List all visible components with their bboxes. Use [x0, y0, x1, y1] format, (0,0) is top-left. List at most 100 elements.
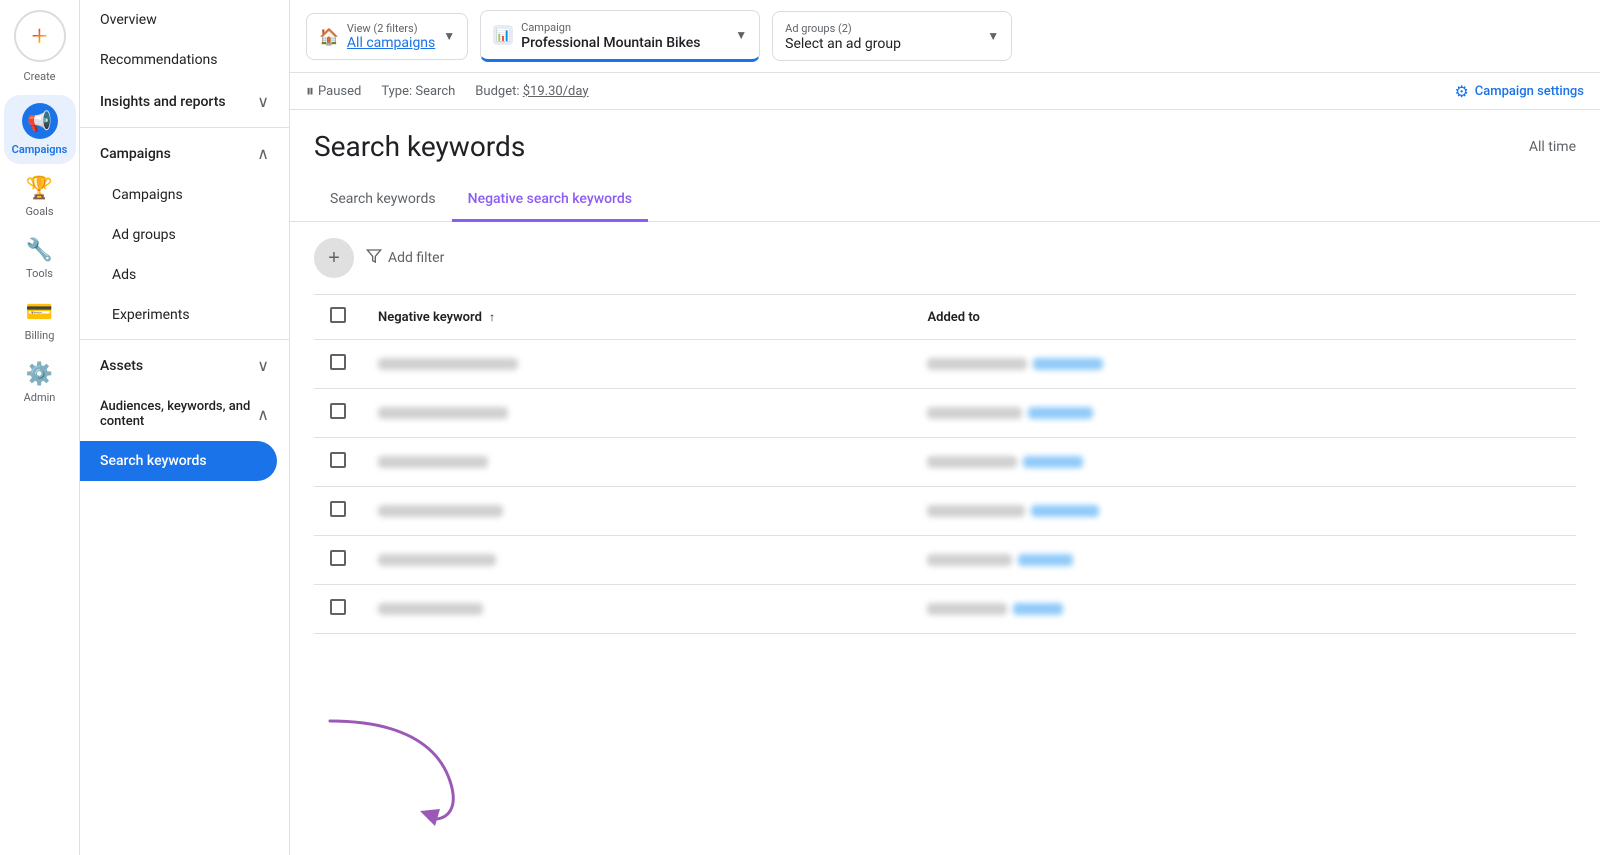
- tab-negative-keywords[interactable]: Negative search keywords: [452, 179, 648, 222]
- added-tag: [1023, 456, 1083, 468]
- added-tag: [1018, 554, 1073, 566]
- content-area: Search keywords All time Search keywords…: [290, 110, 1600, 855]
- page-title: Search keywords: [314, 130, 525, 163]
- row-checkbox[interactable]: [330, 452, 346, 468]
- chevron-up-icon-2: ∧: [257, 405, 269, 424]
- row-keyword-cell: [362, 585, 911, 634]
- status-badge: ⏸ Paused: [306, 81, 361, 101]
- house-icon: 🏠: [319, 27, 339, 46]
- campaign-dropdown-label: Campaign: [521, 21, 571, 34]
- row-checkbox-cell: [314, 585, 362, 634]
- sidebar-assets[interactable]: Assets ∨: [80, 344, 289, 387]
- filter-icon: [366, 248, 382, 268]
- plus-icon: +: [32, 22, 48, 50]
- row-keyword-cell: [362, 438, 911, 487]
- add-icon: +: [328, 247, 340, 270]
- table-body: [314, 340, 1576, 634]
- adgroup-dropdown[interactable]: Ad groups (2) Select an ad group ▼: [772, 11, 1012, 61]
- added-tag: [1031, 505, 1099, 517]
- admin-rail-label: Admin: [24, 391, 56, 404]
- sort-icon: ↑: [489, 310, 495, 324]
- added-tag: [1028, 407, 1093, 419]
- header-row: Negative keyword ↑ Added to: [314, 295, 1576, 340]
- table-row: [314, 536, 1576, 585]
- th-keyword[interactable]: Negative keyword ↑: [362, 295, 911, 340]
- sidebar-item-billing[interactable]: 💳 Billing: [4, 292, 76, 350]
- main-content: 🏠 View (2 filters) All campaigns ▼ 📊 Cam…: [290, 0, 1600, 855]
- filter-button[interactable]: Add filter: [366, 248, 444, 268]
- budget-label: Budget:: [475, 84, 519, 99]
- campaign-dropdown[interactable]: 📊 Campaign Professional Mountain Bikes ▼: [480, 10, 760, 62]
- add-button[interactable]: +: [314, 238, 354, 278]
- adgroup-dropdown-content: Ad groups (2) Select an ad group: [785, 20, 901, 52]
- keyword-text: [378, 456, 488, 468]
- status-text: Paused: [318, 84, 361, 99]
- campaign-chevron-icon: ▼: [735, 28, 747, 42]
- campaigns-icon: 📢: [27, 109, 52, 133]
- tab-search-keywords[interactable]: Search keywords: [314, 179, 452, 222]
- tabs-container: Search keywords Negative search keywords: [290, 179, 1600, 222]
- tools-icon: 🔧: [26, 238, 53, 263]
- goals-rail-label: Goals: [25, 205, 53, 218]
- sidebar-item-goals[interactable]: 🏆 Goals: [4, 168, 76, 226]
- added-text: [927, 505, 1025, 517]
- row-checkbox[interactable]: [330, 354, 346, 370]
- settings-label: Campaign settings: [1475, 84, 1584, 99]
- sidebar-adgroups-sub[interactable]: Ad groups: [80, 215, 289, 255]
- chevron-up-icon: ∧: [257, 144, 269, 163]
- create-button[interactable]: +: [14, 10, 66, 62]
- table-row: [314, 340, 1576, 389]
- sidebar: Overview Recommendations Insights and re…: [80, 0, 290, 855]
- sidebar-recommendations[interactable]: Recommendations: [80, 40, 289, 80]
- admin-icon: ⚙️: [26, 362, 53, 387]
- budget-value[interactable]: $19.30/day: [523, 84, 589, 99]
- view-dropdown-value: All campaigns: [347, 35, 435, 51]
- row-keyword-cell: [362, 389, 911, 438]
- row-added-cell: [911, 487, 1576, 536]
- page-header: Search keywords All time: [290, 110, 1600, 163]
- keyword-text: [378, 407, 508, 419]
- row-checkbox-cell: [314, 536, 362, 585]
- table-header: Negative keyword ↑ Added to: [314, 295, 1576, 340]
- campaign-dropdown-content: Campaign Professional Mountain Bikes: [521, 19, 700, 51]
- row-checkbox[interactable]: [330, 550, 346, 566]
- added-text: [927, 554, 1012, 566]
- sidebar-campaigns-sub[interactable]: Campaigns: [80, 175, 289, 215]
- sidebar-audiences[interactable]: Audiences, keywords, and content ∧: [80, 387, 289, 441]
- row-checkbox[interactable]: [330, 403, 346, 419]
- tools-rail-label: Tools: [26, 267, 53, 280]
- table-toolbar: + Add filter: [290, 222, 1600, 294]
- sidebar-item-tools[interactable]: 🔧 Tools: [4, 230, 76, 288]
- goals-icon: 🏆: [26, 176, 53, 201]
- sidebar-insights[interactable]: Insights and reports ∨: [80, 80, 289, 123]
- view-chevron-icon: ▼: [443, 29, 455, 43]
- billing-rail-label: Billing: [25, 329, 55, 342]
- th-added-to[interactable]: Added to: [911, 295, 1576, 340]
- header-checkbox[interactable]: [330, 307, 346, 323]
- added-tag: [1013, 603, 1063, 615]
- row-added-cell: [911, 536, 1576, 585]
- campaign-icon: 📊: [493, 25, 513, 45]
- row-keyword-cell: [362, 536, 911, 585]
- row-checkbox[interactable]: [330, 501, 346, 517]
- sidebar-divider: [80, 127, 289, 128]
- campaign-settings-button[interactable]: ⚙ Campaign settings: [1454, 82, 1584, 101]
- keyword-text: [378, 358, 518, 370]
- sidebar-ads-sub[interactable]: Ads: [80, 255, 289, 295]
- row-checkbox-cell: [314, 487, 362, 536]
- row-keyword-cell: [362, 487, 911, 536]
- adgroup-chevron-icon: ▼: [987, 29, 999, 43]
- added-tag: [1033, 358, 1103, 370]
- row-checkbox[interactable]: [330, 599, 346, 615]
- row-added-cell: [911, 585, 1576, 634]
- settings-gear-icon: ⚙: [1454, 82, 1468, 101]
- sidebar-item-campaigns[interactable]: 📢 Campaigns: [4, 95, 76, 164]
- view-filter-dropdown[interactable]: 🏠 View (2 filters) All campaigns ▼: [306, 13, 468, 60]
- sidebar-item-admin[interactable]: ⚙️ Admin: [4, 354, 76, 412]
- added-text: [927, 456, 1017, 468]
- added-text: [927, 603, 1007, 615]
- sidebar-overview[interactable]: Overview: [80, 0, 289, 40]
- sidebar-search-keywords[interactable]: Search keywords: [80, 441, 277, 481]
- sidebar-campaigns-header[interactable]: Campaigns ∧: [80, 132, 289, 175]
- sidebar-experiments-sub[interactable]: Experiments: [80, 295, 289, 335]
